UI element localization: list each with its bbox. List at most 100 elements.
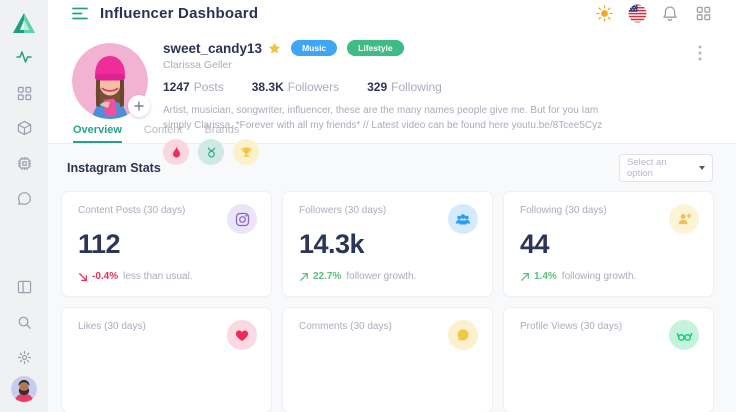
sidebar-item-cpu[interactable] bbox=[0, 150, 48, 176]
sidebar-item-package[interactable] bbox=[0, 115, 48, 141]
delta-note: less than usual. bbox=[123, 271, 193, 282]
taurus-icon bbox=[205, 146, 218, 159]
sidebar-item-activity[interactable] bbox=[0, 44, 48, 70]
sidebar-item-chat[interactable] bbox=[0, 185, 48, 211]
activity-icon bbox=[16, 50, 32, 64]
cpu-chip-icon bbox=[17, 156, 32, 171]
stat-posts: 1247 Posts bbox=[163, 80, 224, 94]
taurus-badge bbox=[198, 139, 224, 165]
card-comments: Comments (30 days) bbox=[283, 308, 492, 412]
us-flag-icon bbox=[628, 4, 647, 23]
profile-stats: 1247 Posts 38.3K Followers 329 Following bbox=[163, 80, 623, 94]
sidebar bbox=[0, 0, 48, 412]
apps-menu-button[interactable] bbox=[690, 0, 716, 26]
comment-bubble-icon bbox=[448, 320, 478, 350]
add-story-button[interactable] bbox=[128, 95, 150, 117]
trend-up-icon bbox=[299, 272, 309, 282]
flame-badge bbox=[163, 139, 189, 165]
chat-bubble-icon bbox=[17, 191, 32, 206]
plus-icon bbox=[134, 101, 144, 111]
settings-gear-icon bbox=[17, 350, 32, 365]
profile-full-name: Clarissa Geller bbox=[163, 59, 623, 71]
sidebar-item-settings[interactable] bbox=[0, 344, 48, 370]
person-add-icon bbox=[669, 204, 699, 234]
followers-label: Followers bbox=[288, 80, 339, 94]
profile-bio: Artist, musician, songwriter, influencer… bbox=[163, 103, 623, 133]
card-profile-views: Profile Views (30 days) bbox=[504, 308, 713, 412]
star-icon bbox=[268, 42, 281, 55]
flame-icon bbox=[171, 146, 182, 159]
following-label: Following bbox=[391, 80, 442, 94]
package-cube-icon bbox=[17, 120, 32, 136]
page-title: Influencer Dashboard bbox=[100, 5, 258, 22]
chevron-down-icon bbox=[699, 166, 705, 170]
tab-overview[interactable]: Overview bbox=[73, 124, 122, 143]
stat-followers: 38.3K Followers bbox=[252, 80, 339, 94]
card-content-posts: Content Posts (30 days) 112 bbox=[62, 192, 271, 296]
dashboard-grid-icon bbox=[17, 86, 32, 101]
kebab-menu-icon bbox=[698, 45, 702, 61]
stats-cards-row-2: Likes (30 days) Comments (30 days) bbox=[62, 308, 713, 412]
card-value: 44 bbox=[520, 229, 697, 260]
trophy-icon bbox=[240, 146, 253, 159]
language-selector[interactable] bbox=[624, 0, 650, 26]
tag-music[interactable]: Music bbox=[291, 40, 337, 56]
delta-percent: 1.4% bbox=[534, 271, 557, 282]
hamburger-menu-icon bbox=[72, 7, 89, 20]
apps-grid-icon bbox=[696, 6, 711, 21]
profile-options-button[interactable] bbox=[692, 42, 708, 64]
bell-icon bbox=[662, 5, 678, 22]
glasses-icon bbox=[669, 320, 699, 350]
sidebar-user-avatar[interactable] bbox=[0, 374, 48, 404]
bio-line-1: Artist, musician, songwriter, influencer… bbox=[163, 103, 623, 118]
delta-percent: 22.7% bbox=[313, 271, 341, 282]
sidebar-item-search[interactable] bbox=[0, 309, 48, 335]
sun-icon bbox=[596, 5, 613, 22]
hamburger-menu-button[interactable] bbox=[72, 7, 89, 20]
following-count: 329 bbox=[367, 80, 387, 94]
followers-count: 38.3K bbox=[252, 80, 284, 94]
trend-down-icon bbox=[78, 272, 88, 282]
sidebar-item-dashboard[interactable] bbox=[0, 80, 48, 106]
brand-triangle-logo[interactable] bbox=[0, 8, 48, 38]
stats-cards-row-1: Content Posts (30 days) 112 bbox=[62, 192, 713, 296]
profile-avatar bbox=[72, 43, 148, 119]
posts-label: Posts bbox=[194, 80, 224, 94]
card-value: 14.3k bbox=[299, 229, 476, 260]
main-area: Influencer Dashboard bbox=[48, 0, 736, 412]
card-value: 112 bbox=[78, 229, 255, 260]
profile-username: sweet_candy13 bbox=[163, 41, 262, 56]
search-icon bbox=[17, 315, 32, 330]
section-title: Instagram Stats bbox=[67, 161, 161, 175]
stats-period-select[interactable]: Select an option bbox=[619, 154, 713, 182]
stat-following: 329 Following bbox=[367, 80, 442, 94]
card-followers: Followers (30 days) 14.3k bbox=[283, 192, 492, 296]
card-likes: Likes (30 days) bbox=[62, 308, 271, 412]
trend-up-icon bbox=[520, 272, 530, 282]
instagram-camera-icon bbox=[227, 204, 257, 234]
bio-line-2: simply Clarissa. *Forever with all my fr… bbox=[163, 118, 623, 133]
theme-toggle-button[interactable] bbox=[591, 0, 617, 26]
delta-note: following growth. bbox=[562, 271, 636, 282]
followers-group-icon bbox=[448, 204, 478, 234]
layout-panel-icon bbox=[17, 280, 32, 294]
trophy-badge bbox=[233, 139, 259, 165]
heart-icon bbox=[227, 320, 257, 350]
sidebar-item-layout[interactable] bbox=[0, 274, 48, 300]
top-header: Influencer Dashboard bbox=[48, 0, 736, 26]
logo-icon bbox=[12, 12, 36, 34]
profile-badges bbox=[163, 139, 623, 165]
delta-percent: -0.4% bbox=[92, 271, 118, 282]
sidebar-avatar-icon bbox=[11, 376, 37, 402]
profile-section: sweet_candy13 Music Lifestyle Clarissa G… bbox=[48, 26, 736, 124]
posts-count: 1247 bbox=[163, 80, 190, 94]
card-following: Following (30 days) 44 bbox=[504, 192, 713, 296]
tag-lifestyle[interactable]: Lifestyle bbox=[347, 40, 404, 56]
select-placeholder-line2: option bbox=[627, 168, 699, 179]
select-placeholder-line1: Select an bbox=[627, 157, 699, 168]
influencer-dashboard-app: Influencer Dashboard bbox=[0, 0, 736, 412]
notifications-button[interactable] bbox=[657, 0, 683, 26]
delta-note: follower growth. bbox=[346, 271, 416, 282]
profile-info: sweet_candy13 Music Lifestyle Clarissa G… bbox=[163, 40, 623, 165]
instagram-stats-section: Instagram Stats Select an option Content… bbox=[48, 144, 736, 412]
